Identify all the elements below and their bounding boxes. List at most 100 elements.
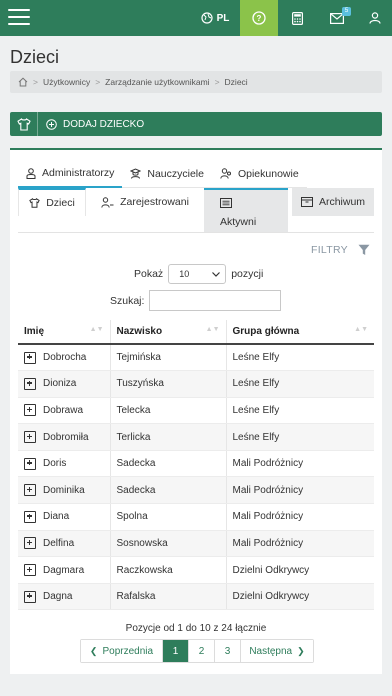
add-child-button[interactable]: DODAJ DZIECKO: [10, 112, 382, 136]
table-row[interactable]: Dagna Rafalska Dzielni Odkrywcy: [18, 583, 374, 611]
first-name-wrapper: Dobrocha: [24, 351, 110, 364]
tab-registered[interactable]: Zarejestrowani: [90, 188, 200, 216]
help-icon: ?: [252, 11, 266, 25]
pagination-prev-label: Poprzednia: [102, 645, 154, 657]
first-name-wrapper: Dagmara: [24, 564, 110, 577]
cell-last-name: Sosnowska: [110, 530, 227, 558]
add-child-label: DODAJ DZIECKO: [63, 118, 145, 130]
column-main-group-label: Grupa główna: [232, 326, 300, 337]
messages-button[interactable]: 5: [322, 0, 352, 36]
page-length-select[interactable]: 10: [168, 264, 227, 284]
tab-administrators-label: Administratorzy: [42, 167, 115, 179]
tab-teachers-label: Nauczyciele: [147, 167, 204, 180]
svg-text:?: ?: [257, 14, 262, 23]
cell-last-name: Telecka: [110, 397, 227, 425]
cell-first-name: Diana: [18, 503, 111, 531]
table-row[interactable]: Doris Sadecka Mali Podróżnicy: [18, 450, 374, 478]
expand-row-icon[interactable]: [24, 457, 36, 470]
cell-first-name: Dagna: [18, 583, 111, 611]
filters-toggle[interactable]: FILTRY: [311, 244, 370, 256]
role-tabs: Administratorzy Nauczyciele Opiekunowie: [18, 160, 374, 188]
cell-last-name: Tuszyńska: [110, 370, 227, 398]
user-icon: [369, 12, 381, 24]
column-main-group[interactable]: Grupa główna ▲▼: [226, 320, 374, 345]
children-table: Imię ▲▼ Nazwisko ▲▼ Grupa główna ▲▼ Dobroch…: [18, 320, 374, 611]
first-name-text: Dobrocha: [43, 352, 87, 364]
tab-archive-label: Archiwum: [318, 196, 366, 208]
first-name-wrapper: Delfina: [24, 537, 110, 550]
tab-administrators[interactable]: Administratorzy: [18, 160, 123, 188]
children-panel: Administratorzy Nauczyciele Opiekunowie …: [10, 148, 382, 674]
expand-row-icon[interactable]: [24, 484, 36, 497]
calculator-button[interactable]: [282, 0, 312, 36]
table-header-row: Imię ▲▼ Nazwisko ▲▼ Grupa główna ▲▼: [18, 320, 374, 345]
sort-icon: ▲▼: [354, 326, 368, 333]
column-first-name[interactable]: Imię ▲▼: [18, 320, 111, 345]
search-input[interactable]: [149, 290, 282, 311]
home-icon[interactable]: [18, 77, 28, 87]
expand-row-icon[interactable]: [24, 537, 36, 550]
pagination-next-button[interactable]: Następna ❯: [241, 640, 313, 662]
expand-row-icon[interactable]: [24, 564, 36, 577]
expand-row-icon[interactable]: [24, 590, 36, 603]
filters-label: FILTRY: [310, 244, 348, 256]
table-info: Pozycje od 1 do 10 z 24 łącznie: [125, 623, 267, 634]
language-switch[interactable]: PL: [190, 0, 240, 36]
user-menu-button[interactable]: [360, 0, 390, 36]
cell-last-name: Raczkowska: [110, 556, 227, 584]
table-row[interactable]: Diana Spolna Mali Podróżnicy: [18, 503, 374, 531]
column-last-name-label: Nazwisko: [116, 326, 163, 337]
tab-active[interactable]: Aktywni: [204, 188, 288, 232]
first-name-wrapper: Dagna: [24, 590, 110, 603]
column-last-name[interactable]: Nazwisko ▲▼: [110, 320, 227, 345]
pagination-page-1[interactable]: 1: [163, 640, 189, 662]
first-name-text: Diana: [43, 511, 70, 523]
cell-first-name: Dagmara: [18, 556, 111, 584]
table-row[interactable]: Dobrawa Telecka Leśne Elfy: [18, 397, 374, 425]
pagination-page-2[interactable]: 2: [189, 640, 215, 662]
first-name-text: Dioniza: [43, 378, 77, 390]
table-row[interactable]: Dagmara Raczkowska Dzielni Odkrywcy: [18, 556, 374, 584]
tab-active-label: Aktywni: [220, 216, 257, 228]
cell-last-name: Spolna: [110, 503, 227, 531]
archive-icon: [300, 197, 313, 207]
table-row[interactable]: Dobrocha Tejmińska Leśne Elfy: [18, 344, 374, 372]
tab-guardians[interactable]: Opiekunowie: [211, 160, 307, 188]
divider: [18, 232, 374, 233]
expand-row-icon[interactable]: [24, 431, 36, 444]
table-row[interactable]: Dominika Sadecka Mali Podróżnicy: [18, 476, 374, 505]
cell-main-group: Leśne Elfy: [226, 423, 374, 451]
help-button[interactable]: ?: [240, 0, 278, 36]
table-row[interactable]: Delfina Sosnowska Mali Podróżnicy: [18, 530, 374, 558]
admin-user-icon: [26, 167, 36, 179]
pagination-page-3[interactable]: 3: [215, 640, 241, 662]
first-name-wrapper: Diana: [24, 510, 110, 523]
tab-archive[interactable]: Archiwum: [292, 188, 374, 216]
expand-row-icon[interactable]: [24, 351, 36, 364]
chevron-left-icon: ❮: [89, 645, 98, 656]
table-row[interactable]: Dioniza Tuszyńska Leśne Elfy: [18, 370, 374, 398]
first-name-wrapper: Dobromiła: [24, 431, 110, 444]
tab-children[interactable]: Dzieci: [18, 188, 86, 216]
search-label: Szukaj:: [110, 294, 145, 307]
cell-main-group: Leśne Elfy: [226, 344, 374, 372]
first-name-text: Dominika: [43, 484, 85, 496]
breadcrumb-item-users[interactable]: Użytkownicy: [43, 77, 90, 87]
pagination-prev-button[interactable]: ❮ Poprzednia: [81, 640, 163, 662]
menu-icon[interactable]: [8, 9, 30, 27]
first-name-text: Doris: [43, 458, 67, 470]
expand-row-icon[interactable]: [24, 510, 36, 523]
plus-circle-icon: [46, 118, 57, 130]
expand-row-icon[interactable]: [24, 404, 36, 417]
cell-main-group: Mali Podróżnicy: [226, 450, 374, 478]
tab-children-label: Dzieci: [46, 197, 75, 209]
pagination-next-label: Następna: [249, 645, 293, 657]
breadcrumb-separator: >: [95, 77, 101, 87]
tab-teachers[interactable]: Nauczyciele: [122, 160, 212, 188]
table-row[interactable]: Dobromiła Terlicka Leśne Elfy: [18, 423, 374, 451]
show-prefix: Pokaż: [134, 268, 164, 280]
breadcrumb-item-user-management[interactable]: Zarządzanie użytkownikami: [105, 77, 209, 87]
sort-icon: ▲▼: [89, 326, 104, 333]
expand-row-icon[interactable]: [24, 377, 36, 390]
cell-first-name: Delfina: [18, 530, 111, 558]
